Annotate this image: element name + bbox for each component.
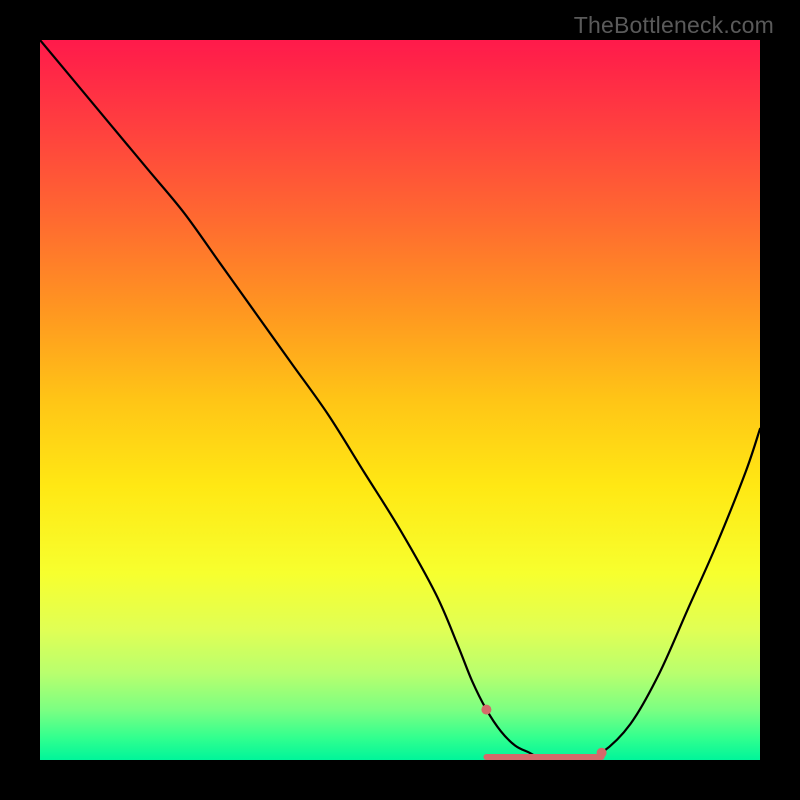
plot-area (40, 40, 760, 760)
optimal-marker-right (597, 748, 607, 758)
bottleneck-curve (40, 40, 760, 760)
optimal-marker-left (481, 705, 491, 715)
chart-frame: TheBottleneck.com (0, 0, 800, 800)
attribution-text: TheBottleneck.com (574, 12, 774, 39)
curve-layer (40, 40, 760, 760)
